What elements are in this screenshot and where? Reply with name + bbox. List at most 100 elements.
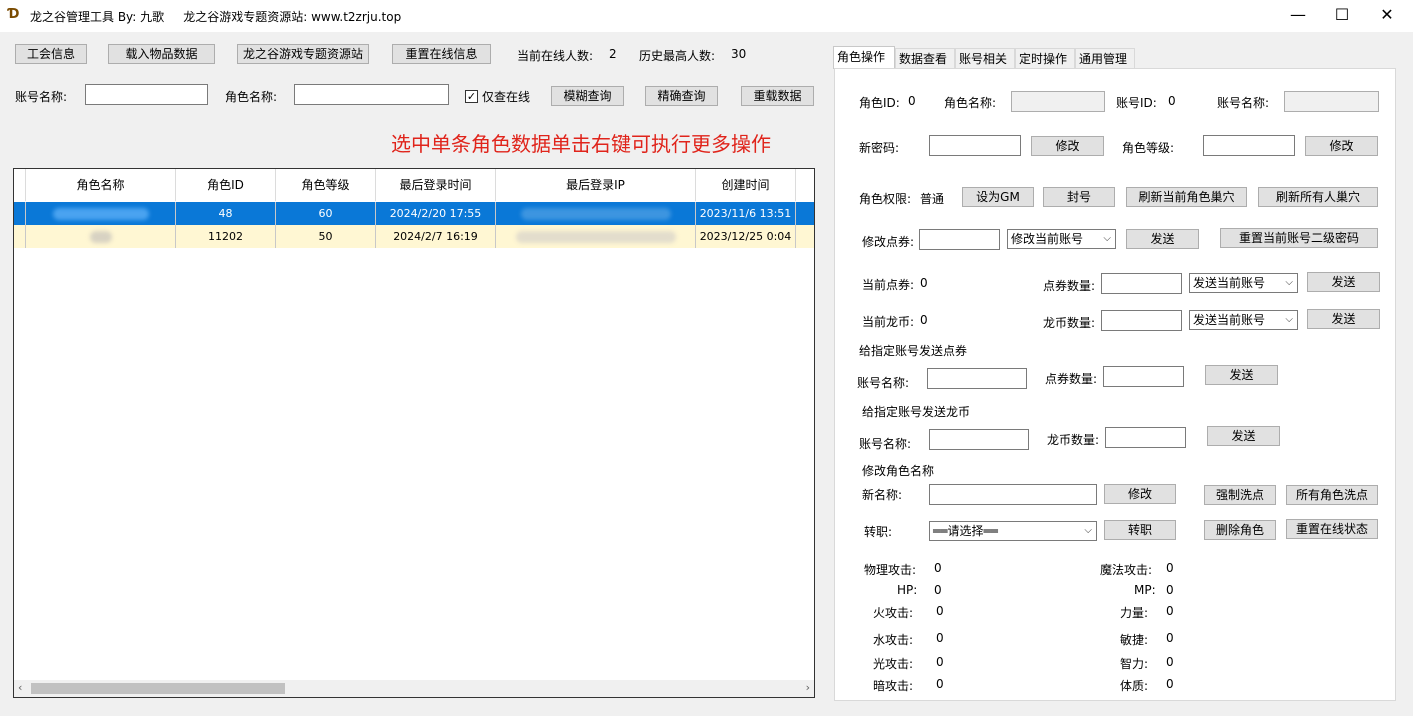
minimize-button[interactable]: —	[1275, 0, 1321, 32]
stat-hp-value: 0	[934, 583, 942, 597]
new-password-label: 新密码:	[859, 141, 900, 155]
send-points-button[interactable]: 发送	[1307, 272, 1380, 292]
cell-role-level: 50	[276, 225, 376, 248]
panel-account-name-label: 账号名称:	[1217, 96, 1270, 110]
modify-points-select[interactable]: 修改当前账号 ⌵	[1007, 229, 1116, 249]
current-points-label: 当前点券:	[862, 278, 915, 292]
col-role-name[interactable]: 角色名称	[26, 169, 176, 201]
set-gm-button[interactable]: 设为GM	[962, 187, 1034, 207]
tab-role-ops[interactable]: 角色操作	[833, 46, 895, 69]
stat-water-value: 0	[936, 631, 944, 645]
cell-role-level: 60	[276, 202, 376, 225]
ban-button[interactable]: 封号	[1043, 187, 1115, 207]
panel-role-name-label: 角色名称:	[944, 96, 997, 110]
reset-online-button[interactable]: 重置在线信息	[392, 44, 491, 64]
row-header	[14, 202, 26, 225]
cell-last-ip	[496, 225, 696, 248]
cell-role-name	[26, 202, 176, 225]
redacted-name	[52, 208, 149, 220]
table-row[interactable]: 11202 50 2024/2/7 16:19 2023/12/25 0:04	[14, 225, 814, 248]
send-modify-points-button[interactable]: 发送	[1126, 229, 1199, 249]
role-table[interactable]: 角色名称 角色ID 角色等级 最后登录时间 最后登录IP 创建时间 48 60 …	[13, 168, 815, 698]
chevron-down-icon: ⌵	[1084, 525, 1092, 536]
new-name-label: 新名称:	[862, 488, 903, 502]
send-dragon-button[interactable]: 发送	[1307, 309, 1380, 329]
panel-account-name-field[interactable]	[1284, 91, 1379, 112]
panel-role-name-field[interactable]	[1011, 91, 1105, 112]
points-amount-input[interactable]	[1101, 273, 1182, 294]
col-created[interactable]: 创建时间	[696, 169, 796, 201]
stat-phys-atk-value: 0	[934, 561, 942, 575]
refresh-all-nest-button[interactable]: 刷新所有人巢穴	[1258, 187, 1378, 207]
col-role-level[interactable]: 角色等级	[276, 169, 376, 201]
target-dragon-input[interactable]	[1105, 427, 1186, 448]
role-name-input[interactable]	[294, 84, 449, 105]
dragon-target-select-value: 发送当前账号	[1193, 313, 1266, 327]
maximize-button[interactable]: ☐	[1319, 0, 1365, 32]
points-target-select[interactable]: 发送当前账号 ⌵	[1189, 273, 1298, 293]
dragon-amount-input[interactable]	[1101, 310, 1182, 331]
col-last-login[interactable]: 最后登录时间	[376, 169, 496, 201]
account-id-value: 0	[1168, 94, 1176, 108]
stat-mp-label: MP:	[1134, 583, 1156, 597]
send-target-points-button[interactable]: 发送	[1205, 365, 1278, 385]
scroll-right-icon[interactable]: ›	[806, 681, 810, 694]
col-last-ip[interactable]: 最后登录IP	[496, 169, 696, 201]
only-online-checkbox[interactable]: ✓	[465, 90, 478, 103]
modify-points-label: 修改点券:	[862, 235, 915, 249]
send-target-dragon-button[interactable]: 发送	[1207, 426, 1280, 446]
modify-password-button[interactable]: 修改	[1031, 136, 1104, 156]
scroll-left-icon[interactable]: ‹	[18, 681, 22, 694]
current-dragon-label: 当前龙币:	[862, 315, 915, 329]
cell-created: 2023/12/25 0:04	[696, 225, 796, 248]
rename-button[interactable]: 修改	[1104, 484, 1176, 504]
stat-mp-value: 0	[1166, 583, 1174, 597]
scrollbar-thumb[interactable]	[31, 683, 285, 694]
new-password-input[interactable]	[929, 135, 1021, 156]
modify-points-input[interactable]	[919, 229, 1000, 250]
new-name-input[interactable]	[929, 484, 1097, 505]
role-level-input[interactable]	[1203, 135, 1295, 156]
delete-role-button[interactable]: 删除角色	[1204, 520, 1276, 540]
load-items-button[interactable]: 载入物品数据	[108, 44, 215, 64]
dragon-target-select[interactable]: 发送当前账号 ⌵	[1189, 310, 1298, 330]
current-points-value: 0	[920, 276, 928, 290]
target-account-input[interactable]	[927, 368, 1027, 389]
tab-general[interactable]: 通用管理	[1075, 48, 1135, 69]
stat-phys-atk-label: 物理攻击:	[864, 563, 917, 577]
guild-info-button[interactable]: 工会信息	[15, 44, 87, 64]
stat-dark-label: 暗攻击:	[873, 679, 914, 693]
redacted-name	[89, 231, 112, 243]
exact-search-button[interactable]: 精确查询	[645, 86, 718, 106]
target-account-dragon-input[interactable]	[929, 429, 1029, 450]
account-name-input[interactable]	[85, 84, 208, 105]
tab-data-view[interactable]: 数据查看	[895, 48, 955, 69]
resource-site-button[interactable]: 龙之谷游戏专题资源站	[237, 44, 369, 64]
horizontal-scrollbar[interactable]: ‹ ›	[14, 680, 814, 697]
modify-level-button[interactable]: 修改	[1305, 136, 1378, 156]
points-amount-label: 点券数量:	[1043, 279, 1096, 293]
job-select[interactable]: ══请选择══ ⌵	[929, 521, 1097, 541]
target-points-label: 点券数量:	[1045, 372, 1098, 386]
table-row[interactable]: 48 60 2024/2/20 17:55 2023/11/6 13:51	[14, 202, 814, 225]
fuzzy-search-button[interactable]: 模糊查询	[551, 86, 624, 106]
force-wash-button[interactable]: 强制洗点	[1204, 485, 1276, 505]
reset-online-state-button[interactable]: 重置在线状态	[1286, 519, 1378, 539]
stat-light-label: 光攻击:	[873, 657, 914, 671]
modify-points-select-value: 修改当前账号	[1011, 232, 1084, 246]
tab-account[interactable]: 账号相关	[955, 48, 1015, 69]
redacted-ip	[520, 208, 671, 220]
job-change-button[interactable]: 转职	[1104, 520, 1176, 540]
close-button[interactable]: ✕	[1364, 0, 1410, 32]
refresh-current-nest-button[interactable]: 刷新当前角色巢穴	[1126, 187, 1247, 207]
tab-scheduled[interactable]: 定时操作	[1015, 48, 1075, 69]
current-dragon-value: 0	[920, 313, 928, 327]
stat-fire-value: 0	[936, 604, 944, 618]
chevron-down-icon: ⌵	[1103, 233, 1111, 244]
chevron-down-icon: ⌵	[1285, 277, 1293, 288]
all-wash-button[interactable]: 所有角色洗点	[1286, 485, 1378, 505]
reset-second-password-button[interactable]: 重置当前账号二级密码	[1220, 228, 1378, 248]
reload-data-button[interactable]: 重载数据	[741, 86, 814, 106]
col-role-id[interactable]: 角色ID	[176, 169, 276, 201]
target-points-input[interactable]	[1103, 366, 1184, 387]
